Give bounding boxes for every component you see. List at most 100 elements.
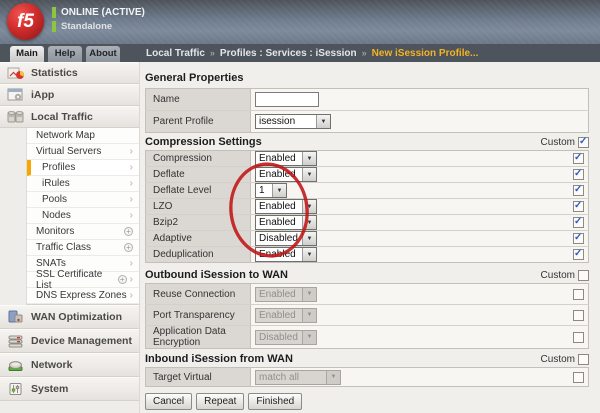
table-row: Bzip2 Enabled▼ xyxy=(146,215,589,231)
green-status-bar-icon xyxy=(52,21,56,32)
deflate-select[interactable]: Enabled▼ xyxy=(255,167,317,182)
chevron-right-icon: › xyxy=(130,195,133,205)
application-data-encryption-select: Disabled▼ xyxy=(255,330,317,345)
row-custom-checkbox[interactable] xyxy=(573,249,584,260)
dropdown-arrow-icon: ▼ xyxy=(272,184,286,197)
sidebar-item-ssl-certificate-list[interactable]: SSL Certificate List +› xyxy=(27,272,139,288)
sidebar-section-device-management[interactable]: Device Management xyxy=(0,329,139,353)
row-custom-checkbox[interactable] xyxy=(573,185,584,196)
dropdown-arrow-icon: ▼ xyxy=(302,168,316,181)
cancel-button[interactable]: Cancel xyxy=(145,393,192,410)
chevron-right-icon: › xyxy=(130,211,133,221)
breadcrumb-separator: » xyxy=(210,48,215,58)
breadcrumb-local-traffic[interactable]: Local Traffic xyxy=(146,48,205,59)
breadcrumb-separator: » xyxy=(362,48,367,58)
sidebar-item-monitors[interactable]: Monitors + xyxy=(27,224,139,240)
table-row: Target Virtual match all▼ xyxy=(146,368,589,387)
outbound-isession-header: Outbound iSession to WAN Custom xyxy=(145,269,589,281)
inbound-isession-header: Inbound iSession from WAN Custom xyxy=(145,353,589,365)
table-row: Reuse Connection Enabled▼ xyxy=(146,284,589,305)
chevron-right-icon: › xyxy=(130,259,133,269)
sidebar-item-virtual-servers[interactable]: Virtual Servers › xyxy=(27,144,139,160)
inbound-isession-title: Inbound iSession from WAN xyxy=(145,353,293,365)
row-custom-checkbox[interactable] xyxy=(573,332,584,343)
deduplication-select[interactable]: Enabled▼ xyxy=(255,247,317,262)
dropdown-arrow-icon: ▼ xyxy=(302,200,316,213)
sidebar-item-irules[interactable]: iRules › xyxy=(27,176,139,192)
breadcrumb-current: New iSession Profile... xyxy=(372,48,479,59)
table-row: Port Transparency Enabled▼ xyxy=(146,305,589,326)
sidebar-section-system[interactable]: System xyxy=(0,377,139,401)
row-custom-checkbox[interactable] xyxy=(573,217,584,228)
sidebar-item-traffic-class[interactable]: Traffic Class + xyxy=(27,240,139,256)
plus-circle-icon[interactable]: + xyxy=(124,227,133,236)
compression-select[interactable]: Enabled▼ xyxy=(255,151,317,166)
device-management-icon xyxy=(5,334,27,348)
row-custom-checkbox[interactable] xyxy=(573,372,584,383)
row-custom-checkbox[interactable] xyxy=(573,169,584,180)
general-properties-title: General Properties xyxy=(145,72,589,84)
row-custom-checkbox[interactable] xyxy=(573,233,584,244)
plus-circle-icon[interactable]: + xyxy=(118,275,127,284)
compression-custom-checkbox[interactable] xyxy=(578,137,589,148)
table-row: Application Data Encryption Disabled▼ xyxy=(146,326,589,349)
finished-button[interactable]: Finished xyxy=(248,393,302,410)
sidebar-item-dns-express-zones[interactable]: DNS Express Zones › xyxy=(27,288,139,304)
outbound-custom-checkbox[interactable] xyxy=(578,270,589,281)
sidebar-section-label: WAN Optimization xyxy=(31,311,122,323)
repeat-button[interactable]: Repeat xyxy=(196,393,244,410)
sidebar-item-profiles[interactable]: Profiles › xyxy=(27,160,139,176)
top-banner: f5 ONLINE (ACTIVE) Standalone xyxy=(0,0,600,44)
nav-band: Main Help About Local Traffic » Profiles… xyxy=(0,44,600,62)
sidebar: Statistics iApp Local Traffic Network Ma… xyxy=(0,62,140,413)
dropdown-arrow-icon: ▼ xyxy=(302,288,316,301)
tab-about[interactable]: About xyxy=(86,46,120,62)
tab-main[interactable]: Main xyxy=(10,46,44,62)
local-traffic-submenu: Network Map Virtual Servers › Profiles ›… xyxy=(26,128,139,305)
outbound-isession-title: Outbound iSession to WAN xyxy=(145,269,288,281)
plus-circle-icon[interactable]: + xyxy=(124,243,133,252)
main-content: General Properties Name Parent Profile i… xyxy=(140,62,600,413)
table-row: Deduplication Enabled▼ xyxy=(146,247,589,263)
sidebar-item-nodes[interactable]: Nodes › xyxy=(27,208,139,224)
dropdown-arrow-icon: ▼ xyxy=(302,152,316,165)
row-custom-checkbox[interactable] xyxy=(573,153,584,164)
sidebar-section-label: Local Traffic xyxy=(31,111,93,123)
target-virtual-select: match all▼ xyxy=(255,370,341,385)
parent-profile-select[interactable]: isession ▼ xyxy=(255,114,331,129)
sidebar-section-iapp[interactable]: iApp xyxy=(0,84,139,106)
sidebar-section-label: System xyxy=(31,383,68,395)
name-input[interactable] xyxy=(255,92,319,107)
bzip2-select[interactable]: Enabled▼ xyxy=(255,215,317,230)
sidebar-item-pools[interactable]: Pools › xyxy=(27,192,139,208)
row-label: Name xyxy=(146,89,251,111)
device-status: ONLINE (ACTIVE) Standalone xyxy=(52,7,145,35)
sidebar-section-label: Statistics xyxy=(31,67,78,79)
sidebar-item-network-map[interactable]: Network Map xyxy=(27,128,139,144)
breadcrumb-profiles-services-isession[interactable]: Profiles : Services : iSession xyxy=(220,48,357,59)
dropdown-arrow-icon: ▼ xyxy=(302,216,316,229)
table-row: LZO Enabled▼ xyxy=(146,199,589,215)
sidebar-section-local-traffic[interactable]: Local Traffic xyxy=(0,106,139,128)
sidebar-section-network[interactable]: Network xyxy=(0,353,139,377)
sidebar-section-wan-optimization[interactable]: WAN Optimization xyxy=(0,305,139,329)
iapp-icon xyxy=(5,88,27,102)
row-custom-checkbox[interactable] xyxy=(573,201,584,212)
f5-logo-icon[interactable]: f5 xyxy=(7,3,44,40)
form-buttons: Cancel Repeat Finished xyxy=(145,393,589,410)
dropdown-arrow-icon: ▼ xyxy=(302,331,316,344)
inbound-custom-checkbox[interactable] xyxy=(578,354,589,365)
dropdown-arrow-icon: ▼ xyxy=(316,115,330,128)
sidebar-section-statistics[interactable]: Statistics xyxy=(0,62,139,84)
lzo-select[interactable]: Enabled▼ xyxy=(255,199,317,214)
status-online: ONLINE (ACTIVE) xyxy=(52,7,145,18)
reuse-connection-select: Enabled▼ xyxy=(255,287,317,302)
deflate-level-select[interactable]: 1▼ xyxy=(255,183,287,198)
row-custom-checkbox[interactable] xyxy=(573,310,584,321)
row-custom-checkbox[interactable] xyxy=(573,289,584,300)
adaptive-select[interactable]: Disabled▼ xyxy=(255,231,317,246)
sidebar-section-label: Device Management xyxy=(31,335,132,347)
table-row: Adaptive Disabled▼ xyxy=(146,231,589,247)
tab-help[interactable]: Help xyxy=(48,46,82,62)
chevron-right-icon: › xyxy=(130,291,133,301)
